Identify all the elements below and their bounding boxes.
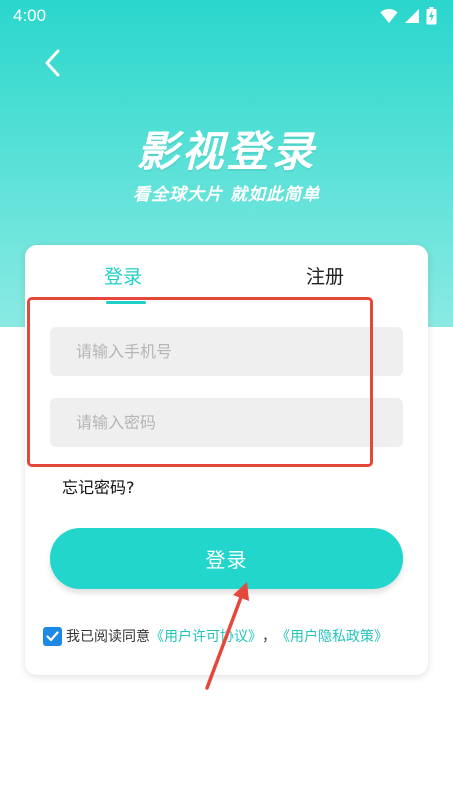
hero-subtitle: 看全球大片 就如此简单: [133, 185, 320, 205]
phone-input[interactable]: [50, 327, 403, 376]
login-card: 登录 注册 忘记密码? 登录 我已阅读同意 《用户许可协议》 ， 《用户隐私政策…: [25, 245, 428, 675]
password-input[interactable]: [50, 398, 403, 447]
hero-title: 影视登录: [136, 127, 317, 176]
forgot-password-link[interactable]: 忘记密码?: [62, 474, 135, 498]
back-button[interactable]: [38, 46, 70, 80]
user-license-link[interactable]: 《用户许可协议》: [150, 626, 262, 646]
status-bar: 4:00: [0, 0, 453, 32]
tab-register[interactable]: 注册: [306, 262, 344, 289]
privacy-policy-link[interactable]: 《用户隐私政策》: [276, 626, 388, 646]
agreement-separator: ，: [262, 629, 276, 645]
chevron-left-icon: [45, 49, 60, 77]
status-time: 4:00: [13, 6, 47, 25]
agreement-row: 我已阅读同意 《用户许可协议》 ， 《用户隐私政策》: [43, 626, 388, 646]
wifi-icon: [380, 8, 398, 23]
tab-login[interactable]: 登录: [104, 262, 142, 289]
signal-icon: [405, 9, 419, 23]
login-button[interactable]: 登录: [50, 528, 403, 589]
agreement-prefix: 我已阅读同意: [66, 629, 150, 645]
battery-icon: [426, 7, 437, 25]
checkmark-icon: [46, 630, 59, 641]
active-tab-indicator: [106, 301, 146, 304]
agreement-checkbox[interactable]: [43, 626, 62, 646]
status-icons: [380, 7, 437, 25]
